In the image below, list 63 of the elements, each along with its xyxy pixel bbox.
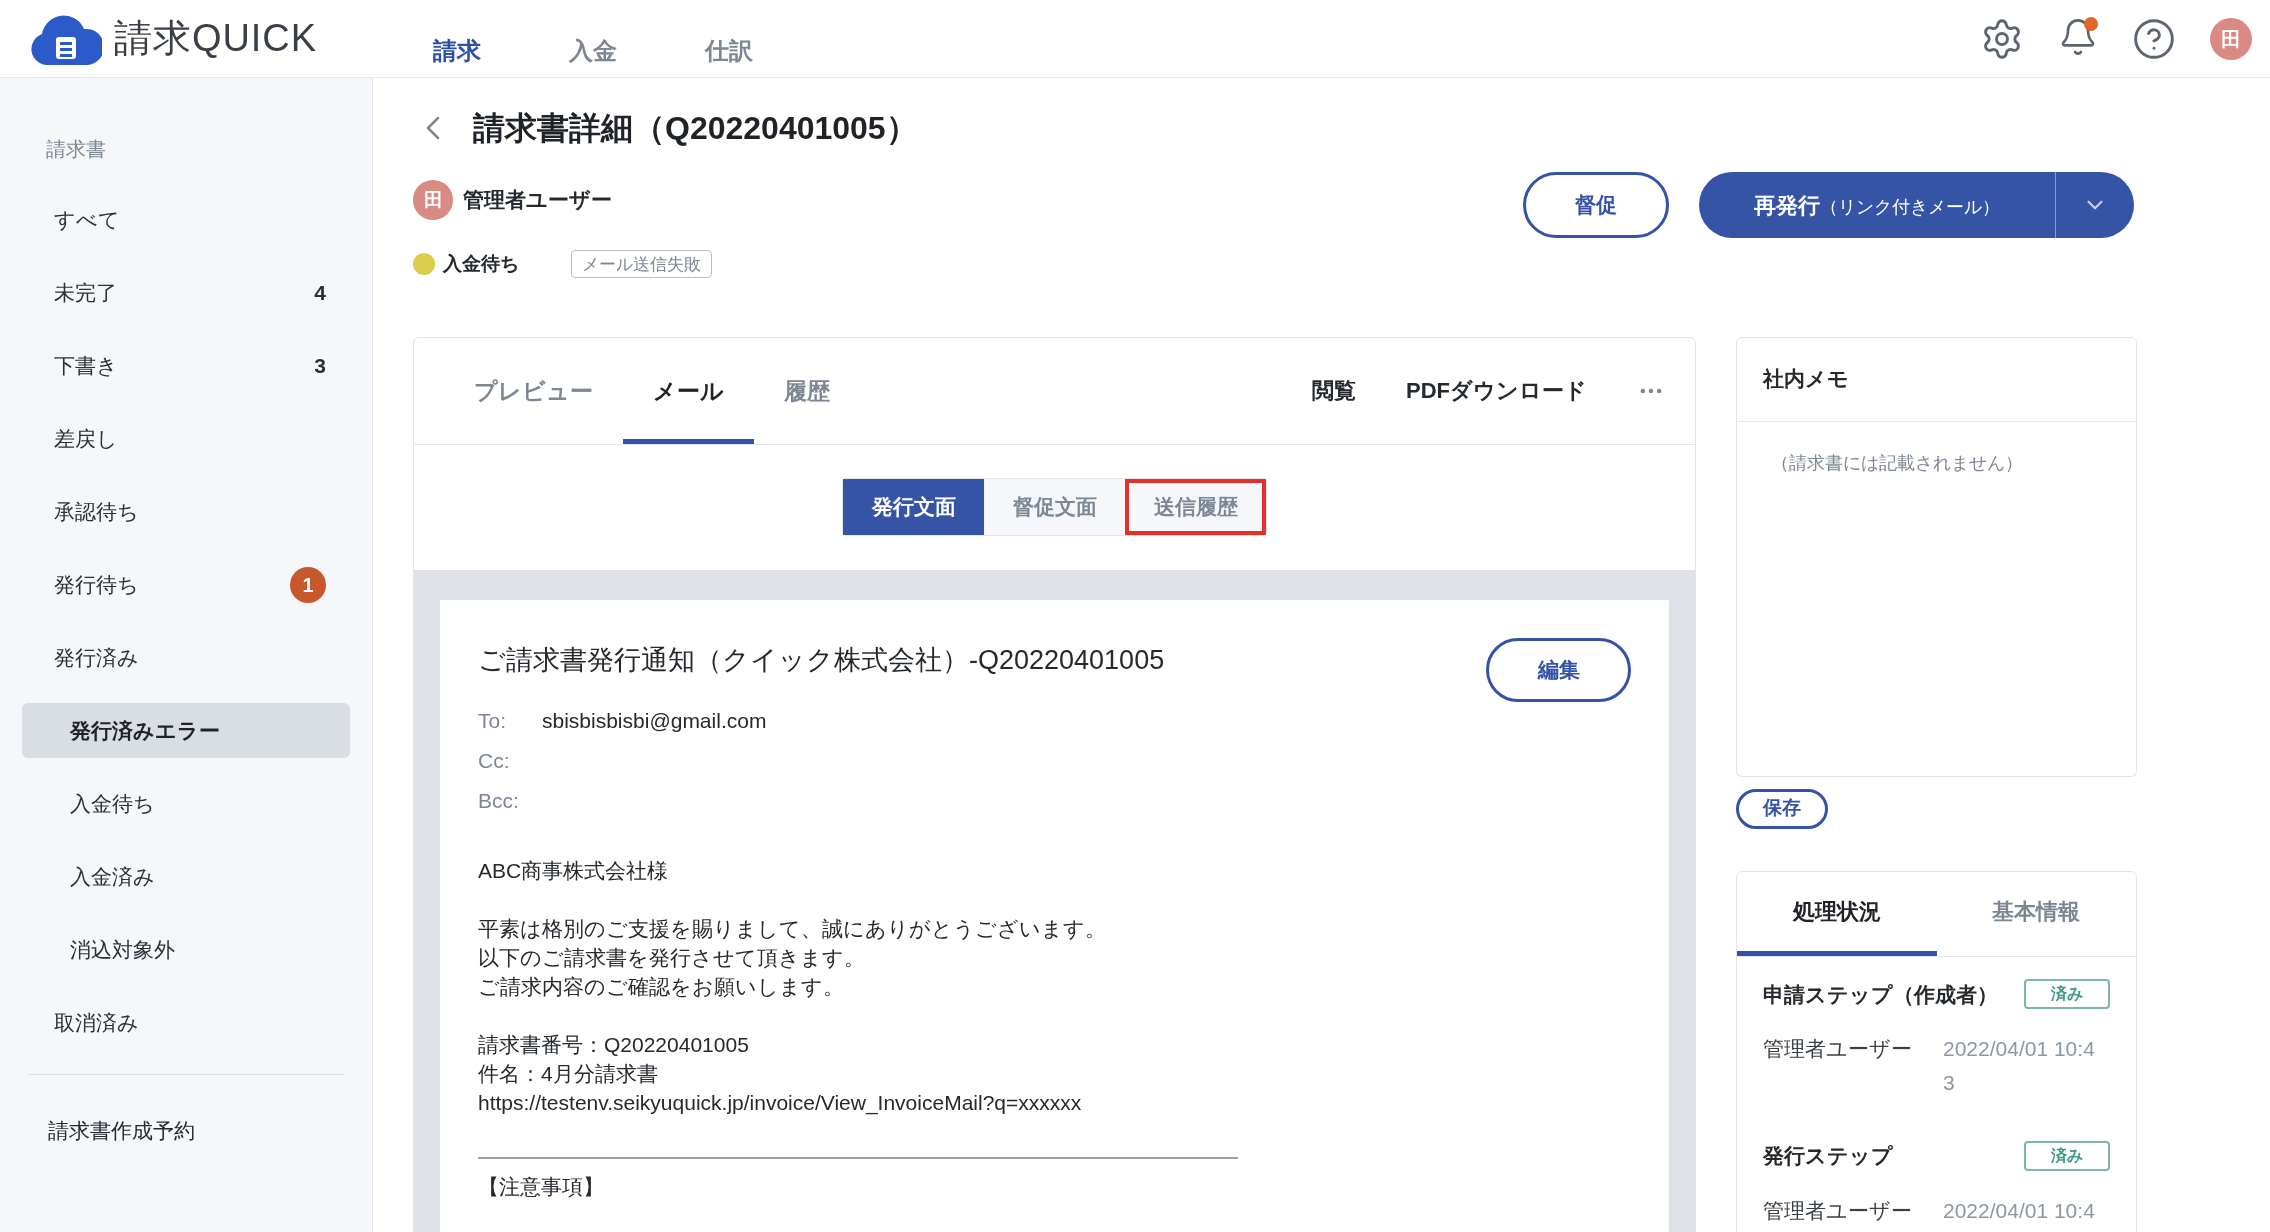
item-count: 3 <box>314 352 326 379</box>
error-tag: メール送信失敗 <box>571 250 712 279</box>
sidebar-item[interactable]: 請求書作成予約 <box>22 1115 350 1147</box>
sidebar-item[interactable]: 差戻し <box>22 411 350 466</box>
edit-button[interactable]: 編集 <box>1486 637 1631 702</box>
step-user: 管理者ユーザー <box>1763 1036 1913 1062</box>
sidebar-item[interactable]: 消込対象外 <box>22 922 350 977</box>
step-title: 申請ステップ（作成者） <box>1763 981 1998 1008</box>
email-header-label: Cc: <box>478 747 511 774</box>
nav-tab[interactable]: 仕訳 <box>705 0 753 77</box>
nav-tab[interactable]: 請求 <box>433 0 481 77</box>
sidebar-item[interactable]: 入金済み <box>22 849 350 904</box>
remind-button[interactable]: 督促 <box>1523 172 1669 238</box>
card-action-link[interactable]: PDFダウンロード <box>1406 374 1587 407</box>
step-time: 2022/04/01 10:43 <box>1943 1036 2096 1096</box>
sidebar-item[interactable]: 承認待ち <box>22 484 350 539</box>
email-line: 請求書番号：Q20220401005 <box>478 1031 750 1058</box>
sidebar-item[interactable]: 発行済み <box>22 630 350 685</box>
save-button[interactable]: 保存 <box>1736 788 1828 829</box>
owner-name: 管理者ユーザー <box>463 187 612 214</box>
step-status-tag: 済み <box>2024 1140 2110 1171</box>
reissue-label: 再発行（リンク付きメール） <box>1753 191 2001 220</box>
notification-badge: 1 <box>290 566 326 603</box>
sidebar-section-label: 請求書 <box>45 137 107 162</box>
reissue-split-button[interactable]: 再発行（リンク付きメール） <box>1699 172 2134 238</box>
sidebar-item[interactable]: 発行済みエラー <box>22 703 350 758</box>
card-tab[interactable]: 履歴 <box>754 337 860 444</box>
help-icon[interactable] <box>2132 16 2176 61</box>
card-tab[interactable]: メール <box>623 337 754 444</box>
owner-avatar: 田 <box>413 180 453 220</box>
step-user: 管理者ユーザー <box>1763 1197 1913 1224</box>
sidebar-item[interactable]: 入金待ち <box>22 776 350 831</box>
panel-tab[interactable]: 処理状況 <box>1737 871 1937 956</box>
memo-title: 社内メモ <box>1763 366 1849 393</box>
page-title: 請求書詳細（Q20220401005） <box>473 109 918 148</box>
sidebar-item[interactable]: 発行待ち 1 <box>22 557 350 612</box>
item-count: 4 <box>314 279 326 306</box>
app-logo-text: 請求QUICK <box>114 16 317 61</box>
email-subject: ご請求書発行通知（クイック株式会社）-Q20220401005 <box>478 643 1165 677</box>
email-header-value: sbisbisbisbi@gmail.com <box>542 707 767 734</box>
email-line: ご請求内容のご確認をお願いします。 <box>478 973 845 1000</box>
step-title: 発行ステップ <box>1763 1143 1893 1169</box>
email-line: https://testenv.seikyuquick.jp/invoice/View_InvoiceMail?q=xxxxxx <box>478 1089 1083 1117</box>
sidebar-item[interactable]: 取消済み <box>22 995 350 1050</box>
email-line: 以下のご請求書を発行させて頂きます。 <box>478 944 866 971</box>
email-line: ABC商事株式会社様 <box>478 857 670 884</box>
nav-tab[interactable]: 入金 <box>569 0 617 77</box>
notice-heading: 【注意事項】 <box>478 1173 605 1200</box>
step-status-tag: 済み <box>2024 979 2110 1010</box>
email-line: 件名：4月分請求書 <box>478 1060 659 1087</box>
panel-tab[interactable]: 基本情報 <box>1936 871 2136 956</box>
email-header-label: Bcc: <box>478 787 520 814</box>
card-tab[interactable]: プレビュー <box>444 337 623 444</box>
email-line: 平素は格別のご支援を賜りまして、誠にありがとうございます。 <box>478 915 1107 942</box>
email-header-label: To: <box>478 707 507 734</box>
status-label: 入金待ち <box>443 252 519 276</box>
memo-field[interactable]: （請求書には記載されません） <box>1736 421 2137 777</box>
sidebar-item[interactable]: すべて <box>22 192 350 247</box>
sidebar-item[interactable]: 下書き 3 <box>22 338 350 393</box>
segment-button[interactable]: 発行文面 <box>843 479 984 535</box>
card-action-link[interactable]: 閲覧 <box>1312 374 1356 407</box>
step-time: 2022/04/01 10:4 <box>1943 1197 2096 1224</box>
sidebar-item[interactable]: 未完了 4 <box>22 265 350 320</box>
